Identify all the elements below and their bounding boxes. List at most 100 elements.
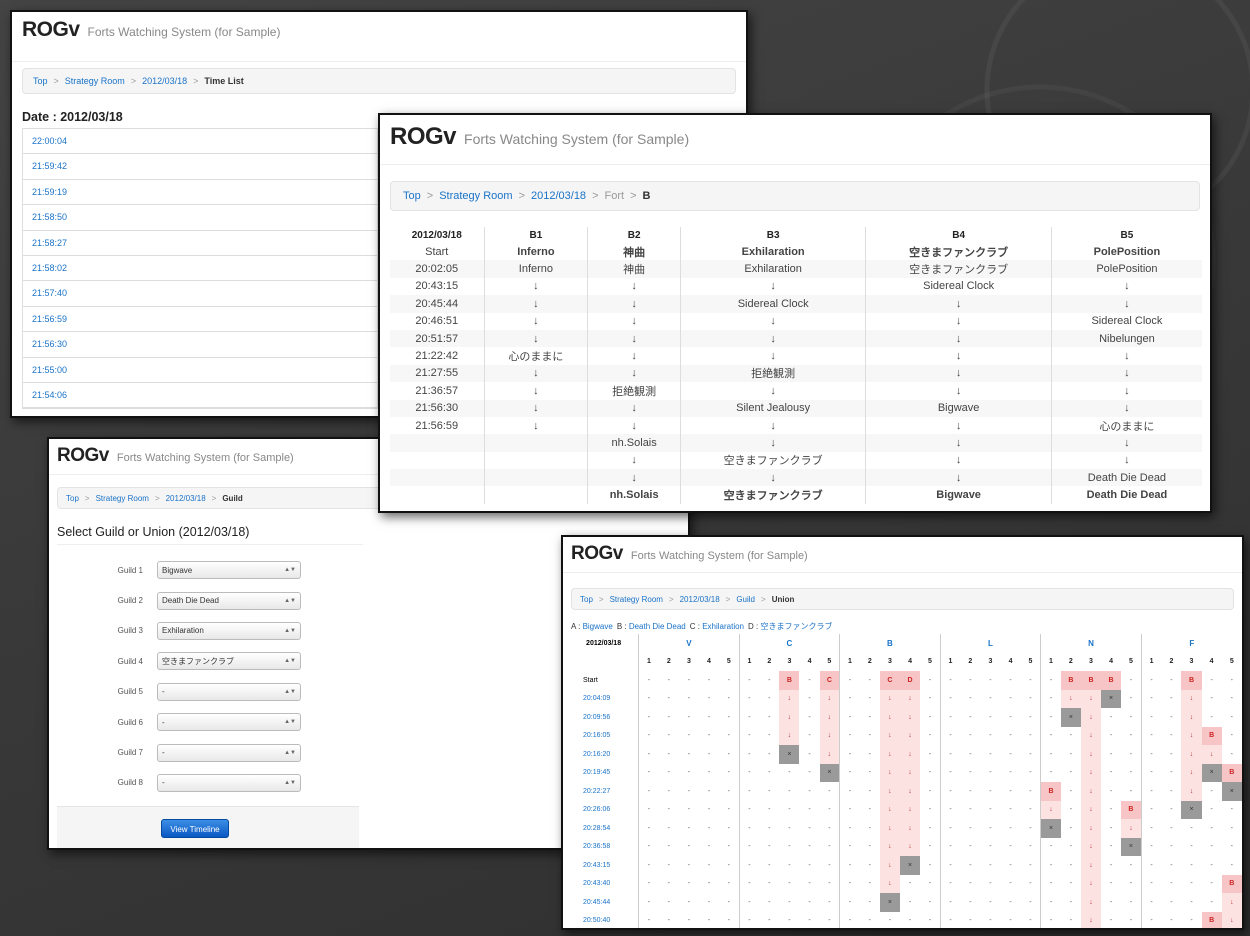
time-cell[interactable]: 21:22:42	[390, 347, 484, 364]
guild-cell[interactable]: Sidereal Clock	[679, 295, 866, 313]
time-cell[interactable]: 20:36:58	[569, 838, 639, 857]
guild-cell[interactable]: Death Die Dead	[1050, 469, 1202, 487]
time-cell[interactable]: 20:16:20	[569, 745, 639, 764]
breadcrumb-date[interactable]: 2012/03/18	[680, 595, 720, 604]
guild-select[interactable]: - ▲▼	[157, 773, 301, 792]
breadcrumb-strategy-room[interactable]: Strategy Room	[610, 595, 663, 604]
time-link[interactable]: 21:59:19	[23, 180, 377, 206]
status-cell: -	[989, 713, 992, 721]
time-cell[interactable]: 21:56:30	[390, 399, 484, 417]
breadcrumb-top[interactable]: Top	[66, 494, 79, 503]
breadcrumb-top[interactable]: Top	[33, 76, 48, 86]
app-logo[interactable]: ROGv	[57, 445, 109, 467]
time-cell[interactable]: 20:45:44	[569, 893, 639, 912]
status-cell: -	[828, 898, 831, 906]
breadcrumb-strategy-room[interactable]: Strategy Room	[96, 494, 149, 503]
time-link[interactable]: 21:56:59	[23, 307, 377, 333]
legend-guild-link[interactable]: Exhilaration	[702, 622, 744, 631]
time-link[interactable]: 21:54:06	[23, 383, 377, 409]
guild-cell[interactable]: Nibelungen	[1050, 329, 1202, 348]
time-cell[interactable]: 20:04:09	[569, 690, 639, 709]
time-cell[interactable]: 20:51:57	[390, 329, 484, 348]
time-link[interactable]: 21:55:00	[23, 358, 377, 383]
time-cell[interactable]: 20:09:56	[569, 708, 639, 727]
status-cell: -	[939, 745, 961, 764]
fort-number-header: 3	[1189, 658, 1194, 666]
status-cell: ↓	[819, 708, 840, 727]
guild-cell: ↓	[679, 469, 866, 487]
guild-cell[interactable]: Bigwave	[865, 399, 1052, 417]
status-cell: -	[707, 695, 711, 703]
legend-guild-link[interactable]: Death Die Dead	[629, 622, 686, 631]
guild-cell[interactable]: Exhilaration	[679, 260, 866, 278]
guild-select[interactable]: - ▲▼	[157, 743, 301, 762]
status-cell: -	[1230, 843, 1233, 851]
time-cell[interactable]: 20:43:15	[390, 278, 484, 295]
time-link[interactable]: 21:58:27	[23, 231, 377, 256]
status-cell: -	[969, 732, 972, 740]
fort-table: 2012/03/18 B1 B2 B3 B4 B5 Start Inferno 神曲 Exhila…	[390, 227, 1202, 504]
guild-cell[interactable]: Sidereal Clock	[865, 277, 1052, 296]
app-logo[interactable]: ROGv	[571, 543, 623, 565]
view-timeline-button[interactable]: View Timeline	[161, 819, 229, 839]
time-link[interactable]: 21:56:30	[23, 332, 377, 358]
guild-select[interactable]: - ▲▼	[157, 713, 301, 732]
guild-select[interactable]: - ▲▼	[157, 682, 301, 701]
guild-cell: ↓	[865, 312, 1052, 330]
guild-select[interactable]: Death Die Dead ▲▼	[157, 591, 301, 610]
guild-cell[interactable]: 神曲	[587, 260, 681, 278]
breadcrumb-top[interactable]: Top	[403, 190, 421, 202]
time-cell[interactable]: 20:26:06	[569, 801, 639, 820]
guild-select[interactable]: 空きまファンクラブ ▲▼	[157, 652, 301, 671]
time-cell[interactable]: 20:50:40	[569, 912, 639, 929]
guild-cell[interactable]: nh.Solais	[587, 434, 681, 452]
time-cell[interactable]: 20:19:45	[569, 764, 639, 783]
guild-select[interactable]: Exhilaration ▲▼	[157, 621, 301, 640]
breadcrumb-date[interactable]: 2012/03/18	[166, 494, 206, 503]
breadcrumb-date[interactable]: 2012/03/18	[531, 190, 586, 202]
status-cell: -	[727, 843, 731, 851]
status-cell: -	[667, 787, 670, 795]
fort-number-header: 5	[927, 658, 932, 666]
time-cell[interactable]: 20:43:15	[569, 856, 639, 875]
guild-cell[interactable]: 拒絶観測	[679, 364, 866, 383]
time-link[interactable]: 22:00:04	[23, 129, 377, 155]
guild-cell[interactable]: 空きまファンクラブ	[679, 451, 866, 470]
status-cell: ↓	[879, 763, 900, 782]
time-link[interactable]: 21:59:42	[23, 154, 377, 180]
breadcrumb-guild[interactable]: Guild	[736, 595, 755, 604]
guild-cell[interactable]: Silent Jealousy	[679, 399, 866, 417]
guild-cell[interactable]: 拒絶観測	[587, 382, 681, 400]
breadcrumb-date[interactable]: 2012/03/18	[142, 76, 187, 86]
time-cell[interactable]: 21:56:59	[390, 417, 484, 434]
guild-cell[interactable]: PolePosition	[1050, 260, 1202, 278]
breadcrumb-strategy-room[interactable]: Strategy Room	[65, 76, 125, 86]
guild-cell[interactable]: Sidereal Clock	[1050, 312, 1202, 330]
time-cell[interactable]: 20:28:54	[569, 819, 639, 838]
time-cell[interactable]: 21:27:55	[390, 364, 484, 383]
time-link[interactable]: 21:58:02	[23, 256, 377, 282]
time-cell[interactable]: 21:36:57	[390, 382, 484, 399]
time-cell[interactable]: 20:43:40	[569, 875, 639, 894]
guild-cell[interactable]: 心のままに	[1050, 416, 1202, 435]
guild-cell[interactable]: 心のままに	[483, 347, 588, 365]
breadcrumb-top[interactable]: Top	[580, 595, 593, 604]
time-cell[interactable]: 20:46:51	[390, 313, 484, 330]
time-link[interactable]: 21:57:40	[23, 281, 377, 307]
status-cell: -	[1109, 732, 1113, 740]
guild-select[interactable]: Bigwave ▲▼	[157, 561, 301, 580]
status-cell: -	[1109, 750, 1113, 758]
app-logo[interactable]: ROGv	[390, 123, 457, 151]
app-logo[interactable]: ROGv	[22, 18, 80, 42]
status-cell: -	[638, 708, 659, 727]
breadcrumb-strategy-room[interactable]: Strategy Room	[439, 190, 512, 202]
legend-guild-link[interactable]: Bigwave	[583, 622, 613, 631]
time-cell[interactable]: 20:02:05	[390, 260, 484, 278]
time-cell[interactable]: 20:22:27	[569, 782, 639, 801]
time-cell[interactable]: 20:16:05	[569, 727, 639, 746]
time-link[interactable]: 21:58:50	[23, 205, 377, 231]
legend-guild-link[interactable]: 空きまファンクラブ	[760, 622, 832, 631]
guild-cell[interactable]: Inferno	[483, 260, 588, 278]
time-cell[interactable]: 20:45:44	[390, 295, 484, 313]
guild-cell[interactable]: 空きまファンクラブ	[865, 260, 1052, 278]
